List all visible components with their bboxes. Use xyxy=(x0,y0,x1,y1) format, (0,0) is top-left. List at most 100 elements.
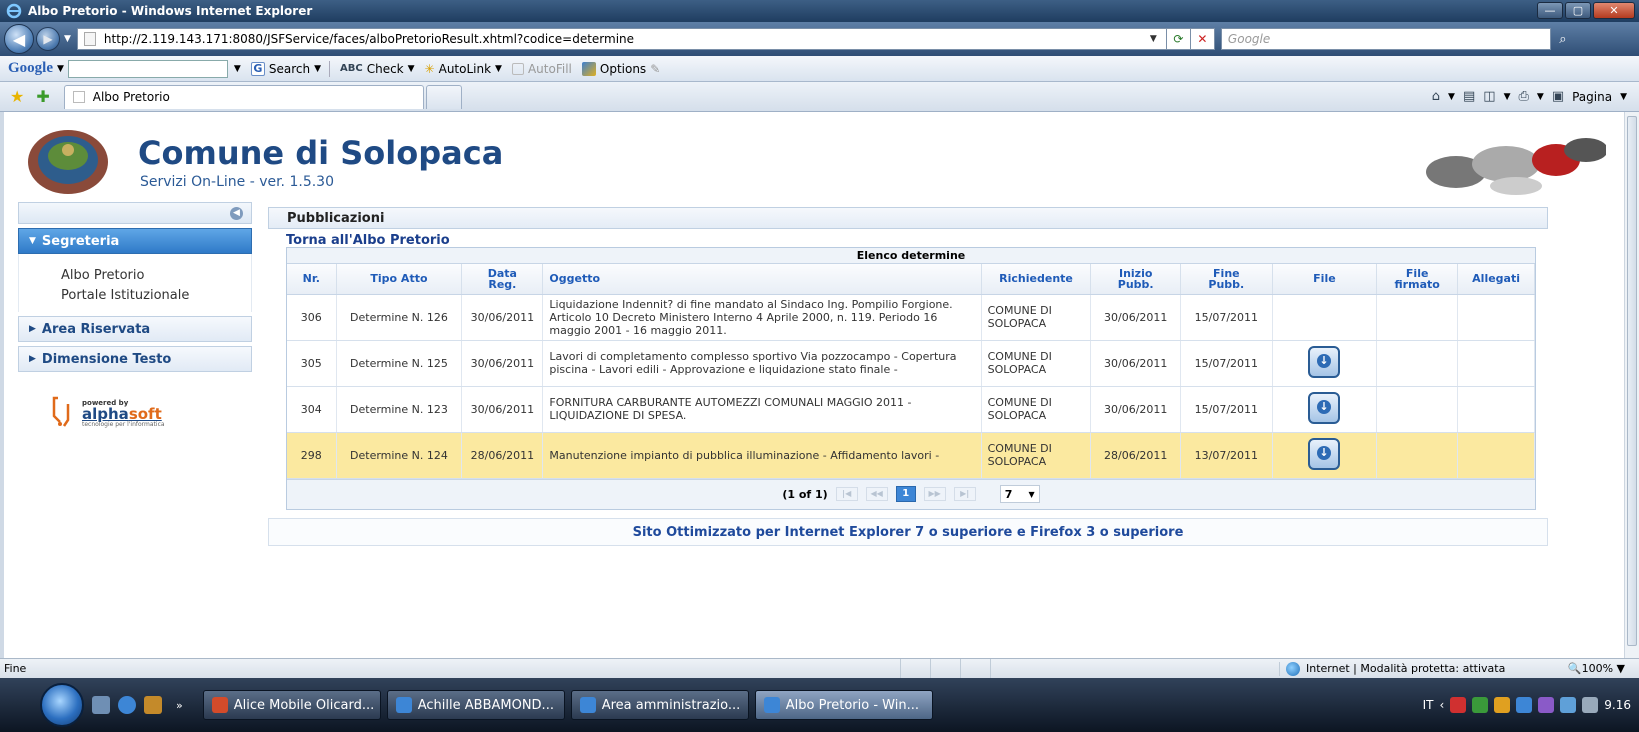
sidebar-section-segreteria[interactable]: ▼ Segreteria xyxy=(18,228,252,254)
sidebar-section-area-riservata[interactable]: ▶ Area Riservata xyxy=(18,316,252,342)
autolink-dropdown-icon[interactable]: ▼ xyxy=(495,64,502,74)
rss-icon[interactable]: ◫ xyxy=(1483,89,1495,104)
col-tipo-atto[interactable]: Tipo Atto xyxy=(336,264,463,295)
check-dropdown-icon[interactable]: ▼ xyxy=(408,64,415,74)
cell-data: 30/06/2011 xyxy=(461,294,544,341)
refresh-icon[interactable]: ⟳ xyxy=(1166,28,1191,50)
sidebar-section-dimensione-testo[interactable]: ▶ Dimensione Testo xyxy=(18,346,252,372)
print-dropdown-icon[interactable]: ▼ xyxy=(1537,92,1544,102)
collapse-icon[interactable]: ◀ xyxy=(230,207,243,220)
url-dropdown-icon[interactable]: ▼ xyxy=(1150,34,1166,44)
network-icon[interactable] xyxy=(1560,697,1577,713)
home-icon[interactable]: ⌂ xyxy=(1432,89,1440,104)
last-page-icon[interactable]: ▶| xyxy=(953,487,976,501)
tray-icon[interactable] xyxy=(1516,697,1533,713)
quicklaunch-more-icon[interactable]: » xyxy=(176,699,183,712)
col-richiedente[interactable]: Richiedente xyxy=(981,264,1092,295)
col-data-reg[interactable]: Data Reg. xyxy=(461,264,544,295)
maximize-button[interactable]: ▢ xyxy=(1565,2,1591,19)
col-firmato-line2: firmato xyxy=(1394,277,1440,291)
col-oggetto[interactable]: Oggetto xyxy=(542,264,982,295)
minimize-button[interactable]: — xyxy=(1537,2,1563,19)
ie-icon xyxy=(579,697,596,713)
show-desktop-icon[interactable] xyxy=(92,696,110,714)
add-favorites-icon[interactable]: ✚ xyxy=(36,87,49,106)
google-options-button[interactable]: Options ✎ xyxy=(581,61,660,76)
task-alice-mobile[interactable]: Alice Mobile Olicard... xyxy=(202,690,381,720)
table-row-highlighted[interactable]: 298 Determine N. 124 28/06/2011 Manutenz… xyxy=(287,432,1535,479)
tray-icon[interactable] xyxy=(1450,697,1467,713)
task-area-amministrazione[interactable]: Area amministrazio... xyxy=(570,690,749,720)
ie-quicklaunch-icon[interactable] xyxy=(118,696,136,714)
back-to-albo-link[interactable]: Torna all'Albo Pretorio xyxy=(286,233,1548,248)
history-dropdown-icon[interactable]: ▼ xyxy=(64,34,71,44)
google-check-button[interactable]: ABC Check ▼ xyxy=(340,62,415,76)
sidebar-item-albo-pretorio[interactable]: Albo Pretorio xyxy=(61,266,251,286)
security-zone[interactable]: Internet | Modalità protetta: attivata xyxy=(1279,661,1539,676)
page-menu-icon[interactable]: ▣ xyxy=(1552,89,1564,104)
powered-by-logo[interactable]: powered by alphasoft tecnologie per l'in… xyxy=(50,396,252,430)
tray-icon[interactable] xyxy=(1472,697,1489,713)
col-file-firmato[interactable]: File firmato xyxy=(1376,264,1459,295)
google-logo[interactable]: Google xyxy=(8,60,53,77)
tray-expand-icon[interactable]: ‹ xyxy=(1439,698,1444,712)
google-search-button[interactable]: G Search ▼ xyxy=(250,61,321,76)
tray-icon[interactable] xyxy=(1494,697,1511,713)
google-autolink-button[interactable]: ✳ AutoLink ▼ xyxy=(425,62,502,76)
search-dropdown-icon[interactable]: ▼ xyxy=(314,64,321,74)
table-row[interactable]: 304 Determine N. 123 30/06/2011 FORNITUR… xyxy=(287,386,1535,433)
scrollbar-thumb[interactable] xyxy=(1627,116,1637,646)
task-achille[interactable]: Achille ABBAMOND... xyxy=(386,690,565,720)
volume-icon[interactable] xyxy=(1582,697,1599,713)
task-albo-pretorio[interactable]: Albo Pretorio - Win... xyxy=(754,690,933,720)
google-box-dropdown-icon[interactable]: ▼ xyxy=(234,64,241,74)
search-icon[interactable]: ⌕ xyxy=(1551,28,1575,50)
language-indicator[interactable]: IT xyxy=(1423,698,1434,712)
download-icon[interactable]: ↓ xyxy=(1308,437,1341,470)
pencil-icon[interactable]: ✎ xyxy=(650,62,660,76)
col-fine-pubb[interactable]: Fine Pubb. xyxy=(1180,264,1273,295)
search-input[interactable]: Google xyxy=(1220,28,1551,50)
col-allegati[interactable]: Allegati xyxy=(1457,264,1535,295)
print-icon[interactable]: ⎙ xyxy=(1518,89,1528,104)
prev-page-icon[interactable]: ◀◀ xyxy=(865,487,888,501)
page-menu-dropdown-icon[interactable]: ▼ xyxy=(1620,92,1627,102)
sidebar-item-portale-istituzionale[interactable]: Portale Istituzionale xyxy=(61,286,251,306)
table-row[interactable]: 306 Determine N. 126 30/06/2011 Liquidaz… xyxy=(287,294,1535,341)
col-nr[interactable]: Nr. xyxy=(287,264,337,295)
stop-icon[interactable]: ✕ xyxy=(1190,28,1215,50)
feeds-icon[interactable]: ▤ xyxy=(1463,89,1475,104)
zoom-level[interactable]: 🔍100% ▼ xyxy=(1539,662,1639,675)
page-menu-button[interactable]: Pagina xyxy=(1572,90,1612,104)
cell-richiedente: COMUNE DI SOLOPACA xyxy=(981,386,1092,433)
tray-icon[interactable] xyxy=(1538,697,1555,713)
vertical-scrollbar[interactable] xyxy=(1624,112,1639,658)
page-size-select[interactable]: 7 ▼ xyxy=(999,485,1040,503)
tab-albo-pretorio[interactable]: Albo Pretorio xyxy=(63,84,424,109)
home-dropdown-icon[interactable]: ▼ xyxy=(1448,92,1455,102)
address-bar: ◀ ▶ ▼ http://2.119.143.171:8080/JSFServi… xyxy=(0,22,1639,56)
expanded-arrow-icon: ▼ xyxy=(29,236,36,246)
clock[interactable]: 9.16 xyxy=(1604,698,1631,712)
start-button[interactable] xyxy=(40,683,84,727)
download-icon[interactable]: ↓ xyxy=(1308,391,1341,424)
new-tab-button[interactable] xyxy=(425,84,462,109)
current-page-button[interactable]: 1 xyxy=(895,486,916,502)
download-icon[interactable]: ↓ xyxy=(1308,345,1341,378)
google-search-box[interactable] xyxy=(67,59,228,78)
rss-dropdown-icon[interactable]: ▼ xyxy=(1504,92,1511,102)
google-menu-icon[interactable]: ▼ xyxy=(57,64,64,74)
forward-button[interactable]: ▶ xyxy=(36,27,60,51)
url-field[interactable]: http://2.119.143.171:8080/JSFService/fac… xyxy=(76,28,1167,50)
first-page-icon[interactable]: |◀ xyxy=(835,487,858,501)
back-button[interactable]: ◀ xyxy=(4,24,34,54)
col-inizio-pubb[interactable]: Inizio Pubb. xyxy=(1090,264,1181,295)
favorites-star-icon[interactable]: ★ xyxy=(10,87,24,106)
next-page-icon[interactable]: ▶▶ xyxy=(923,487,946,501)
close-button[interactable]: ✕ xyxy=(1593,2,1635,19)
col-file[interactable]: File xyxy=(1272,264,1378,295)
table-row[interactable]: 305 Determine N. 125 30/06/2011 Lavori d… xyxy=(287,340,1535,387)
alice-icon xyxy=(211,697,228,713)
google-autofill-button[interactable]: AutoFill xyxy=(511,62,572,76)
media-quicklaunch-icon[interactable] xyxy=(144,696,162,714)
